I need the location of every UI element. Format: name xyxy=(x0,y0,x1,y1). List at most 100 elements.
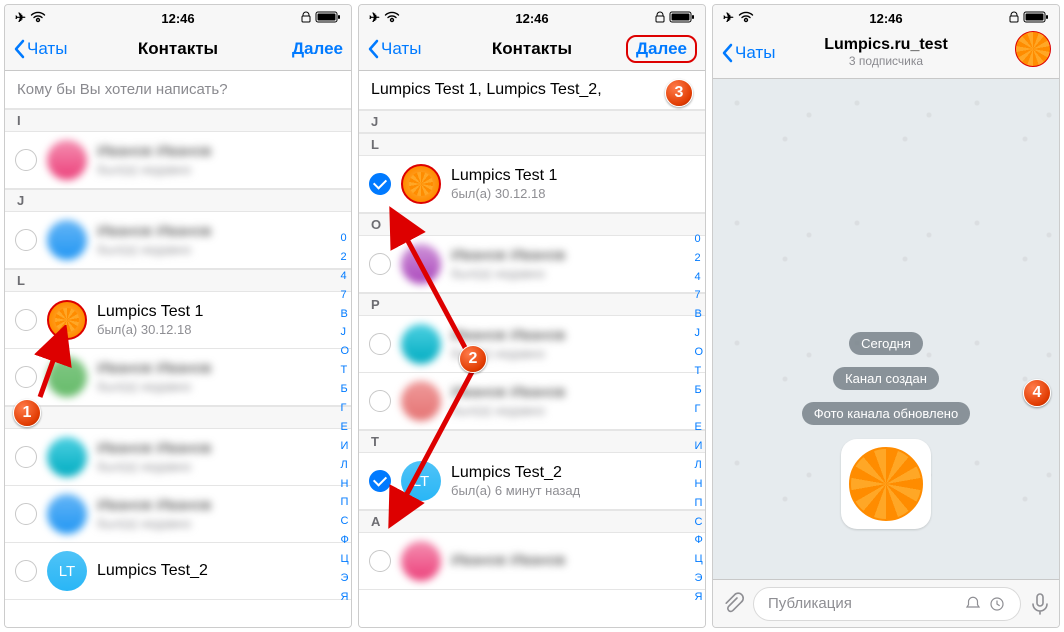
silent-icon[interactable] xyxy=(964,595,982,613)
select-radio[interactable] xyxy=(369,333,391,355)
contact-row[interactable]: Иванов Ивановбыл(а) недавно xyxy=(5,486,351,543)
select-radio[interactable] xyxy=(369,390,391,412)
selected-contacts[interactable]: Lumpics Test 1, Lumpics Test_2, xyxy=(359,71,705,110)
index-letter[interactable]: J xyxy=(340,327,349,338)
select-radio[interactable] xyxy=(369,550,391,572)
schedule-icon[interactable] xyxy=(988,595,1006,613)
index-letter[interactable]: Ф xyxy=(694,535,703,546)
contact-row[interactable]: Иванов Ивановбыл(а) недавно xyxy=(5,429,351,486)
index-letter[interactable]: 7 xyxy=(340,290,349,301)
contact-name: Иванов Иванов xyxy=(97,222,211,242)
channel-avatar[interactable] xyxy=(1015,31,1051,67)
compose-bar: Публикация xyxy=(713,579,1059,627)
index-letter[interactable]: 4 xyxy=(340,271,349,282)
contact-row[interactable]: Иванов Иванов xyxy=(359,533,705,590)
select-radio[interactable] xyxy=(15,560,37,582)
avatar xyxy=(401,164,441,204)
section-header: L xyxy=(5,269,351,292)
section-header: P xyxy=(5,406,351,429)
select-radio[interactable] xyxy=(15,503,37,525)
search-field[interactable]: Кому бы Вы хотели написать? xyxy=(5,71,351,109)
index-letter[interactable]: И xyxy=(340,441,349,452)
contact-row[interactable]: Иванов Ивановбыл(а) недавно xyxy=(5,212,351,269)
index-letter[interactable]: 4 xyxy=(694,272,703,283)
index-letter[interactable]: Я xyxy=(340,592,349,603)
attach-icon[interactable] xyxy=(721,592,745,616)
index-letter[interactable]: Я xyxy=(694,592,703,603)
avatar xyxy=(401,244,441,284)
index-letter[interactable]: Н xyxy=(340,479,349,490)
index-letter[interactable]: Б xyxy=(694,385,703,396)
select-radio[interactable] xyxy=(369,173,391,195)
contact-row[interactable]: Lumpics Test 1был(а) 30.12.18 xyxy=(5,292,351,349)
select-radio[interactable] xyxy=(369,470,391,492)
index-letter[interactable]: Ф xyxy=(340,535,349,546)
next-button[interactable]: Далее xyxy=(626,35,697,63)
index-letter[interactable]: 2 xyxy=(694,253,703,264)
contact-row[interactable]: LTLumpics Test_2 xyxy=(5,543,351,600)
select-radio[interactable] xyxy=(15,446,37,468)
contact-row[interactable]: Lumpics Test 1был(а) 30.12.18 xyxy=(359,156,705,213)
index-letter[interactable]: J xyxy=(694,328,703,339)
next-button[interactable]: Далее xyxy=(292,39,343,59)
index-letter[interactable]: 7 xyxy=(694,290,703,301)
index-letter[interactable]: Э xyxy=(340,573,349,584)
chat-area[interactable]: Сегодня Канал создан Фото канала обновле… xyxy=(713,79,1059,579)
select-radio[interactable] xyxy=(15,229,37,251)
select-radio[interactable] xyxy=(369,253,391,275)
service-chip: Фото канала обновлено xyxy=(802,402,970,425)
select-radio[interactable] xyxy=(15,149,37,171)
index-letter[interactable]: 0 xyxy=(340,233,349,244)
contact-row[interactable]: Иванов Ивановбыл(а) недавно xyxy=(359,373,705,430)
mic-icon[interactable] xyxy=(1029,592,1051,616)
index-letter[interactable]: С xyxy=(694,517,703,528)
compose-input[interactable]: Публикация xyxy=(753,587,1021,621)
index-letter[interactable]: О xyxy=(694,347,703,358)
channel-title[interactable]: Lumpics.ru_test xyxy=(824,36,948,54)
status-time: 12:46 xyxy=(359,11,705,26)
index-letter[interactable]: В xyxy=(340,309,349,320)
channel-photo-message[interactable] xyxy=(841,439,931,529)
contact-row[interactable]: Иванов Ивановбыл(а) недавно xyxy=(5,132,351,189)
contact-row[interactable]: Иванов Ивановбыл(а) недавно xyxy=(359,236,705,293)
index-letter[interactable]: Г xyxy=(340,403,349,414)
select-radio[interactable] xyxy=(15,366,37,388)
index-letter[interactable]: П xyxy=(694,498,703,509)
index-letter[interactable]: Э xyxy=(694,573,703,584)
contact-name: Lumpics Test_2 xyxy=(97,561,208,581)
contact-row[interactable]: Иванов Ивановбыл(а) недавно xyxy=(359,316,705,373)
annotation-badge-4: 4 xyxy=(1023,379,1051,407)
index-letter[interactable]: Н xyxy=(694,479,703,490)
index-letter[interactable]: Т xyxy=(694,366,703,377)
index-letter[interactable]: Е xyxy=(340,422,349,433)
contacts-list[interactable]: 0247ВJОТБГЕИЛНПСФЦЭЯ IИванов Ивановбыл(а… xyxy=(5,109,351,627)
status-bar: ✈ 12:46 xyxy=(359,5,705,27)
service-messages: Сегодня Канал создан Фото канала обновле… xyxy=(713,328,1059,429)
index-letter[interactable]: Л xyxy=(694,460,703,471)
avatar xyxy=(47,220,87,260)
index-letter[interactable]: Ц xyxy=(340,554,349,565)
index-letter[interactable]: 0 xyxy=(694,234,703,245)
index-bar[interactable]: 0 2 4 7 ВJОТБГЕИЛНПСФЦЭЯ xyxy=(694,230,703,607)
index-bar[interactable]: 0 2 4 7 ВJОТБГЕИЛНПСФЦЭЯ xyxy=(340,229,349,607)
select-radio[interactable] xyxy=(15,309,37,331)
contact-name: Lumpics Test_2 xyxy=(451,463,580,483)
contact-row[interactable]: Иванов Ивановбыл(а) недавно xyxy=(5,349,351,406)
index-letter[interactable]: Б xyxy=(340,384,349,395)
index-letter[interactable]: И xyxy=(694,441,703,452)
index-letter[interactable]: Т xyxy=(340,365,349,376)
contacts-list[interactable]: 0247ВJОТБГЕИЛНПСФЦЭЯ JLLumpics Test 1был… xyxy=(359,110,705,627)
contact-row[interactable]: LTLumpics Test_2был(а) 6 минут назад xyxy=(359,453,705,510)
index-letter[interactable]: О xyxy=(340,346,349,357)
index-letter[interactable]: Г xyxy=(694,404,703,415)
index-letter[interactable]: П xyxy=(340,497,349,508)
status-time: 12:46 xyxy=(713,11,1059,26)
nav-bar: Чаты Lumpics.ru_test 3 подписчика xyxy=(713,27,1059,79)
index-letter[interactable]: 2 xyxy=(340,252,349,263)
channel-subtitle: 3 подписчика xyxy=(849,55,923,69)
index-letter[interactable]: С xyxy=(340,516,349,527)
index-letter[interactable]: Е xyxy=(694,422,703,433)
index-letter[interactable]: Л xyxy=(340,460,349,471)
index-letter[interactable]: В xyxy=(694,309,703,320)
index-letter[interactable]: Ц xyxy=(694,554,703,565)
